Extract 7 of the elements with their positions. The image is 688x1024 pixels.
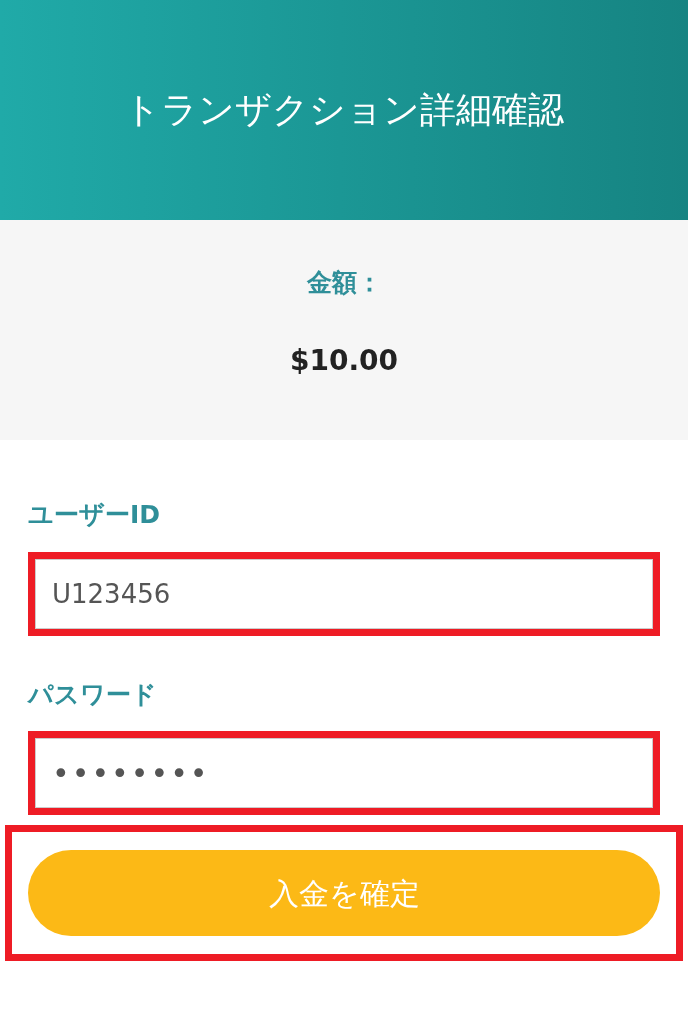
amount-value: $10.00 xyxy=(289,342,399,379)
amount-label: 金額： xyxy=(306,267,382,299)
field-label: パスワード xyxy=(28,678,158,711)
field-label: ユーザーID xyxy=(28,499,162,531)
page-title: トランザクション詳細確認 xyxy=(124,88,564,132)
input-field[interactable]: U123456 xyxy=(35,558,653,629)
password-field[interactable]: •••••••• xyxy=(35,738,653,808)
